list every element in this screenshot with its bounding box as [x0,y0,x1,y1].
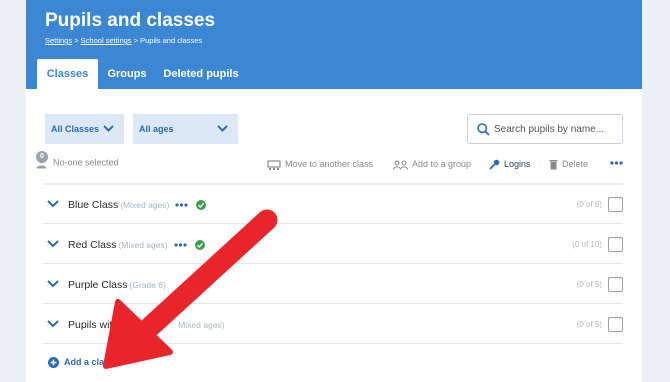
annotation-arrow [103,209,278,369]
